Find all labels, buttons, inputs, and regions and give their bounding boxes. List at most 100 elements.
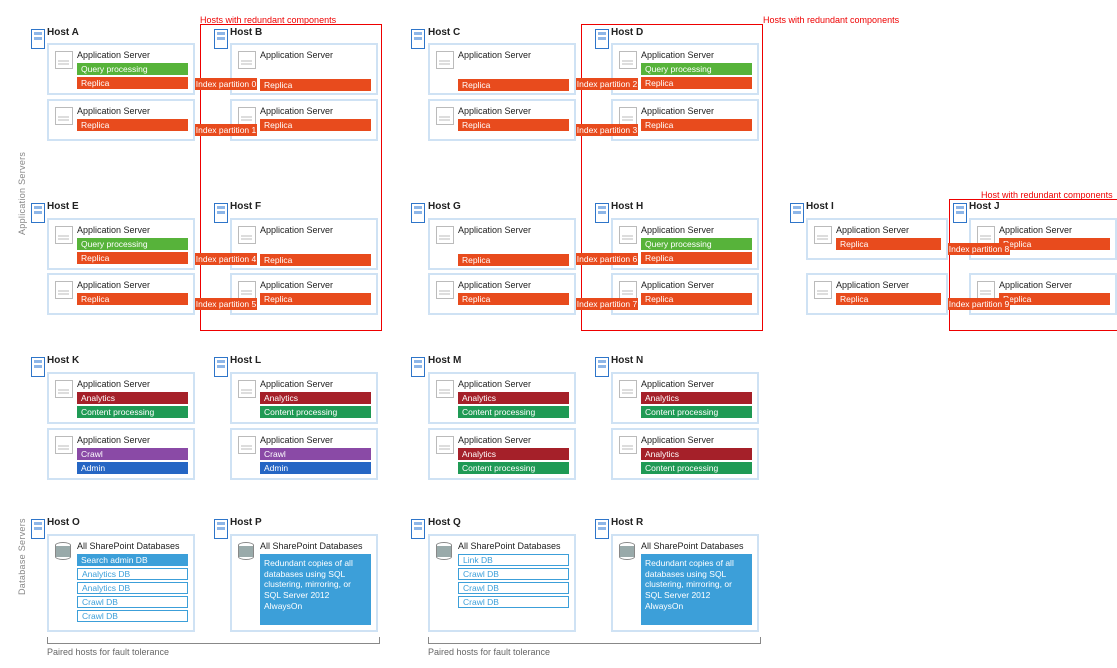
host-h-icon	[595, 203, 609, 223]
server-icon	[436, 107, 454, 125]
host-l-icon	[214, 357, 228, 377]
app-servers-label: Application Servers	[17, 152, 27, 235]
idxp-1: Index partition 1	[195, 124, 257, 136]
card-c2: Application ServerReplica	[428, 99, 576, 141]
host-g-icon	[411, 203, 425, 223]
replica: Replica	[77, 119, 188, 131]
host-b-icon	[214, 29, 228, 49]
server-icon	[619, 281, 637, 299]
idxp-7: Index partition 7	[576, 298, 638, 310]
idxp-9: Index partition 9	[948, 298, 1010, 310]
host-n-icon	[595, 357, 609, 377]
server-icon	[238, 281, 256, 299]
host-f-icon	[214, 203, 228, 223]
db-icon	[55, 542, 71, 560]
card-a2: Application ServerReplica	[47, 99, 195, 141]
redundant-db-note: Redundant copies of all databases using …	[641, 554, 752, 625]
host-c-title: Host C	[428, 27, 460, 38]
card-k2: Application ServerCrawlAdmin	[47, 428, 195, 480]
server-icon	[55, 436, 73, 454]
replica: Replica	[260, 79, 371, 91]
host-a-icon	[31, 29, 45, 49]
host-i-icon	[790, 203, 804, 223]
card-i1: Application ServerReplica	[806, 218, 948, 260]
server-icon	[55, 107, 73, 125]
server-icon	[436, 436, 454, 454]
host-a-title: Host A	[47, 27, 79, 38]
replica: Replica	[641, 119, 752, 131]
host-c-icon	[411, 29, 425, 49]
card-n1: Application ServerAnalyticsContent proce…	[611, 372, 759, 424]
replica: Replica	[458, 79, 569, 91]
server-icon	[619, 380, 637, 398]
server-icon	[619, 436, 637, 454]
replica: Replica	[77, 77, 188, 89]
db-servers-label: Database Servers	[17, 518, 27, 595]
card-l2: Application ServerCrawlAdmin	[230, 428, 378, 480]
card-n2: Application ServerAnalyticsContent proce…	[611, 428, 759, 480]
idxp-3: Index partition 3	[576, 124, 638, 136]
host-d-title: Host D	[611, 27, 643, 38]
pair-note-right: Paired hosts for fault tolerance	[428, 647, 550, 657]
server-icon	[238, 107, 256, 125]
idxp-8: Index partition 8	[948, 243, 1010, 255]
db-icon	[436, 542, 452, 560]
bracket-op	[47, 637, 380, 644]
replica: Replica	[260, 119, 371, 131]
card-m1: Application ServerAnalyticsContent proce…	[428, 372, 576, 424]
server-icon	[814, 281, 832, 299]
server-icon	[238, 51, 256, 69]
idxp-4: Index partition 4	[195, 253, 257, 265]
db-icon	[619, 542, 635, 560]
host-r-icon	[595, 519, 609, 539]
idxp-5: Index partition 5	[195, 298, 257, 310]
card-c1: Application ServerReplica	[428, 43, 576, 95]
card-i2: Application ServerReplica	[806, 273, 948, 315]
server-icon	[436, 51, 454, 69]
pair-note-left: Paired hosts for fault tolerance	[47, 647, 169, 657]
server-icon	[436, 226, 454, 244]
server-icon	[55, 281, 73, 299]
redundant-note-mid: Hosts with redundant components	[763, 15, 899, 25]
query-proc: Query processing	[641, 63, 752, 75]
server-icon	[55, 380, 73, 398]
db-icon	[238, 542, 254, 560]
host-k-icon	[31, 357, 45, 377]
redundant-db-note: Redundant copies of all databases using …	[260, 554, 371, 625]
server-icon	[977, 226, 995, 244]
card-k1: Application ServerAnalyticsContent proce…	[47, 372, 195, 424]
host-j-icon	[953, 203, 967, 223]
server-icon	[814, 226, 832, 244]
server-icon	[238, 226, 256, 244]
redundant-note-left: Hosts with redundant components	[200, 15, 336, 25]
card-p: All SharePoint Databases Redundant copie…	[230, 534, 378, 632]
server-icon	[238, 436, 256, 454]
replica: Replica	[641, 77, 752, 89]
replica: Replica	[458, 119, 569, 131]
host-q-icon	[411, 519, 425, 539]
host-b-title: Host B	[230, 27, 262, 38]
server-icon	[436, 281, 454, 299]
idxp-2: Index partition 2	[576, 78, 638, 90]
idxp-6: Index partition 6	[576, 253, 638, 265]
card-g2: Application ServerReplica	[428, 273, 576, 315]
host-o-icon	[31, 519, 45, 539]
card-m2: Application ServerAnalyticsContent proce…	[428, 428, 576, 480]
server-icon	[619, 51, 637, 69]
server-icon	[977, 281, 995, 299]
redundant-note-right: Host with redundant components	[981, 190, 1113, 200]
card-o: All SharePoint Databases Search admin DB…	[47, 534, 195, 632]
query-proc: Query processing	[77, 63, 188, 75]
server-icon	[55, 51, 73, 69]
card-r: All SharePoint Databases Redundant copie…	[611, 534, 759, 632]
idxp-0: Index partition 0	[195, 78, 257, 90]
server-icon	[436, 380, 454, 398]
host-m-icon	[411, 357, 425, 377]
host-d-icon	[595, 29, 609, 49]
bracket-qr	[428, 637, 761, 644]
card-e1: Application ServerQuery processingReplic…	[47, 218, 195, 270]
host-p-icon	[214, 519, 228, 539]
server-icon	[619, 107, 637, 125]
server-icon	[619, 226, 637, 244]
card-e2: Application ServerReplica	[47, 273, 195, 315]
